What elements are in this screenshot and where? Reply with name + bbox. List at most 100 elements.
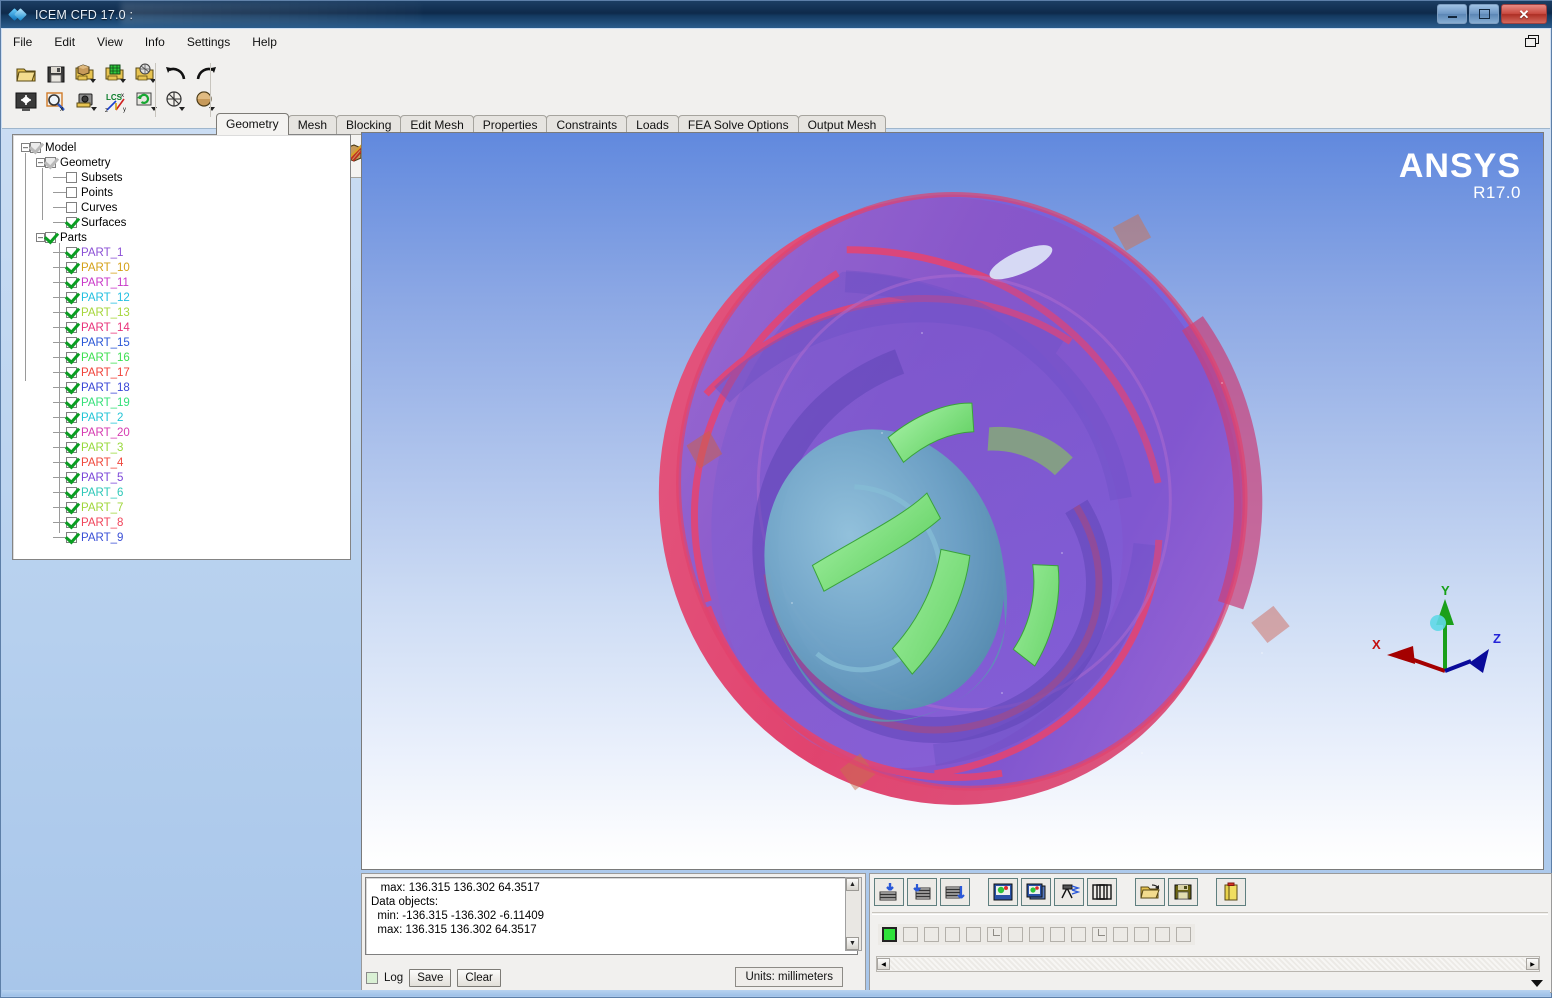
tree-checkbox[interactable] (66, 517, 77, 528)
close-button[interactable]: ✕ (1501, 4, 1547, 24)
display-swatch-5[interactable] (966, 927, 981, 942)
tree-checkbox[interactable] (66, 217, 77, 228)
tree-checkbox[interactable] (30, 142, 41, 153)
menu-item-settings[interactable]: Settings (177, 32, 240, 52)
display-swatch-9[interactable] (1050, 927, 1065, 942)
scroll-right-arrow-icon[interactable]: ▶ (1526, 958, 1539, 970)
tree-item-part-9[interactable]: PART_9 (19, 530, 350, 545)
log-checkbox[interactable] (366, 972, 378, 984)
tree-item-points[interactable]: Points (19, 185, 350, 200)
tree-item-part-8[interactable]: PART_8 (19, 515, 350, 530)
message-scrollbar[interactable]: ▲ ▼ (845, 877, 862, 951)
tree-item-part-4[interactable]: PART_4 (19, 455, 350, 470)
display-swatch-1[interactable] (882, 927, 897, 942)
tree-item-part-16[interactable]: PART_16 (19, 350, 350, 365)
tree-checkbox[interactable] (66, 337, 77, 348)
tree-item-part-11[interactable]: PART_11 (19, 275, 350, 290)
open-mesh-icon[interactable] (102, 60, 130, 88)
tree-item-part-7[interactable]: PART_7 (19, 500, 350, 515)
tree-checkbox[interactable] (66, 412, 77, 423)
tree-item-part-6[interactable]: PART_6 (19, 485, 350, 500)
tab-geometry[interactable]: Geometry (216, 113, 289, 135)
tab-mesh[interactable]: Mesh (287, 115, 338, 135)
message-log-text[interactable]: max: 136.315 136.302 64.3517 Data objects… (365, 877, 858, 955)
solid-display-icon[interactable] (192, 88, 220, 116)
tree-item-part-17[interactable]: PART_17 (19, 365, 350, 380)
tree-item-parts[interactable]: – Parts (19, 230, 350, 245)
tree-item-part-3[interactable]: PART_3 (19, 440, 350, 455)
wireframe-display-icon[interactable] (162, 88, 190, 116)
tree-item-geometry[interactable]: – Geometry (19, 155, 350, 170)
tree-item-part-19[interactable]: PART_19 (19, 395, 350, 410)
tree-checkbox[interactable] (66, 457, 77, 468)
save-picture-icon[interactable] (72, 88, 100, 116)
display-swatch-11[interactable] (1092, 927, 1107, 942)
display-swatch-14[interactable] (1155, 927, 1170, 942)
model-tree-panel[interactable]: – Model – Geometry Subsets Points Curves Surfac… (12, 134, 351, 560)
notes-icon[interactable] (1216, 878, 1246, 906)
menu-item-file[interactable]: File (3, 32, 42, 52)
tree-item-part-15[interactable]: PART_15 (19, 335, 350, 350)
tree-item-surfaces[interactable]: Surfaces (19, 215, 350, 230)
expand-down-arrow-icon[interactable] (1529, 976, 1545, 990)
tree-checkbox[interactable] (66, 442, 77, 453)
tree-item-part-2[interactable]: PART_2 (19, 410, 350, 425)
save-image-sequence-icon[interactable] (1021, 878, 1051, 906)
view-image-icon[interactable] (988, 878, 1018, 906)
tree-item-model[interactable]: – Model (19, 140, 350, 155)
display-swatch-6[interactable] (987, 927, 1002, 942)
camera-view-icon[interactable] (1054, 878, 1084, 906)
tree-checkbox[interactable] (66, 172, 77, 183)
fit-window-icon[interactable] (12, 88, 40, 116)
tree-checkbox[interactable] (66, 397, 77, 408)
tree-item-part-13[interactable]: PART_13 (19, 305, 350, 320)
display-swatch-2[interactable] (903, 927, 918, 942)
open-file-icon[interactable] (1135, 878, 1165, 906)
save-mesh-icon[interactable] (907, 878, 937, 906)
display-swatch-3[interactable] (924, 927, 939, 942)
tree-checkbox[interactable] (66, 277, 77, 288)
display-horizontal-scrollbar[interactable]: ◀ ▶ (876, 956, 1540, 972)
menu-item-edit[interactable]: Edit (44, 32, 85, 52)
tree-item-part-12[interactable]: PART_12 (19, 290, 350, 305)
scroll-down-arrow-icon[interactable]: ▼ (846, 937, 859, 950)
display-swatch-7[interactable] (1008, 927, 1023, 942)
tree-checkbox[interactable] (66, 367, 77, 378)
load-mesh-icon[interactable] (874, 878, 904, 906)
tree-item-part-14[interactable]: PART_14 (19, 320, 350, 335)
graphics-viewport[interactable]: ANSYS R17.0 Y X Z (361, 132, 1544, 870)
scrollbar-track[interactable] (890, 958, 1526, 970)
tree-item-part-20[interactable]: PART_20 (19, 425, 350, 440)
tree-checkbox[interactable] (45, 157, 56, 168)
restore-window-icon[interactable] (1524, 32, 1542, 50)
display-swatch-15[interactable] (1176, 927, 1191, 942)
tree-item-part-18[interactable]: PART_18 (19, 380, 350, 395)
tree-item-part-5[interactable]: PART_5 (19, 470, 350, 485)
tree-checkbox[interactable] (66, 262, 77, 273)
open-project-icon[interactable] (12, 60, 40, 88)
display-swatch-8[interactable] (1029, 927, 1044, 942)
save-project-icon[interactable] (42, 60, 70, 88)
tree-checkbox[interactable] (45, 232, 56, 243)
tree-checkbox[interactable] (66, 427, 77, 438)
open-geometry-icon[interactable] (72, 60, 100, 88)
display-swatch-10[interactable] (1071, 927, 1086, 942)
scroll-left-arrow-icon[interactable]: ◀ (877, 958, 890, 970)
display-swatch-13[interactable] (1134, 927, 1149, 942)
axis-triad[interactable]: Y X Z (1365, 579, 1515, 689)
undo-icon[interactable] (162, 60, 190, 88)
tree-checkbox[interactable] (66, 472, 77, 483)
tree-checkbox[interactable] (66, 502, 77, 513)
tree-checkbox[interactable] (66, 247, 77, 258)
maximize-button[interactable] (1469, 4, 1499, 24)
minimize-button[interactable] (1437, 4, 1467, 24)
fit-view-icon[interactable] (1087, 878, 1117, 906)
tree-item-part-10[interactable]: PART_10 (19, 260, 350, 275)
scroll-up-arrow-icon[interactable]: ▲ (846, 878, 859, 891)
clear-log-button[interactable]: Clear (457, 969, 501, 987)
tree-checkbox[interactable] (66, 487, 77, 498)
menu-item-info[interactable]: Info (135, 32, 175, 52)
redo-icon[interactable] (192, 60, 220, 88)
tree-checkbox[interactable] (66, 202, 77, 213)
menu-item-help[interactable]: Help (242, 32, 287, 52)
